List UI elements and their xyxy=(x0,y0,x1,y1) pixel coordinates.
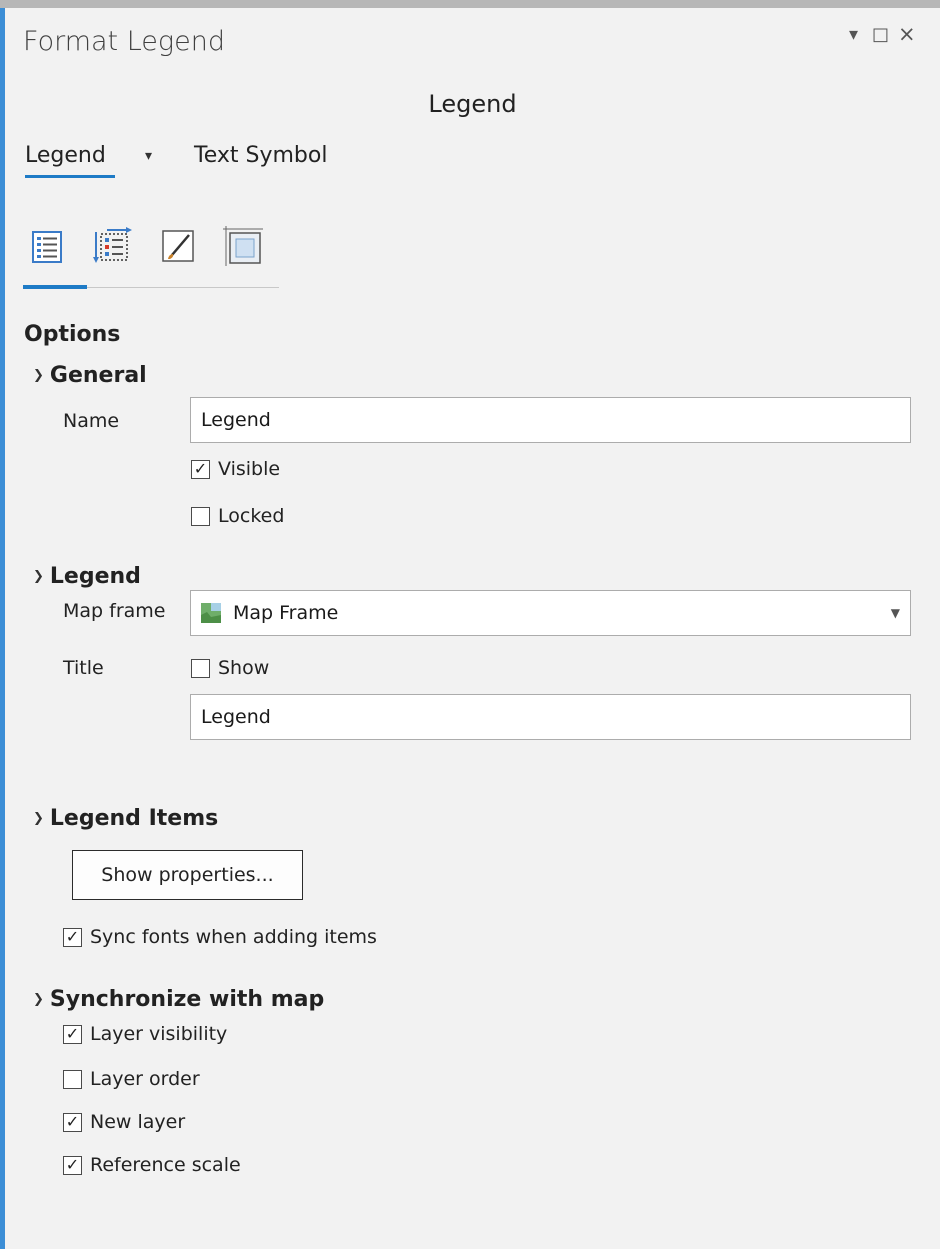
active-tab-indicator xyxy=(25,175,115,178)
chevron-down-icon: ❯ xyxy=(33,992,44,1007)
format-legend-pane: Format Legend ▾ □ × Legend Legend ▾ Text… xyxy=(5,8,940,1249)
checkbox-reference-scale[interactable]: ✓ xyxy=(63,1155,82,1175)
tab-dropdown-icon[interactable]: ▾ xyxy=(145,148,152,164)
map-frame-label: Map frame xyxy=(63,600,166,622)
show-properties-button[interactable]: Show properties... xyxy=(72,850,303,900)
checkbox-visible[interactable]: ✓ xyxy=(191,459,210,479)
tab-text-symbol[interactable]: Text Symbol xyxy=(194,143,327,168)
display-frame-icon[interactable] xyxy=(223,226,263,266)
map-frame-select[interactable]: Map Frame ▼ xyxy=(190,590,911,636)
general-section-header[interactable]: ❯ General xyxy=(33,363,147,388)
pane-title: Format Legend xyxy=(23,26,225,57)
legend-items-section-header[interactable]: ❯ Legend Items xyxy=(33,806,218,831)
close-icon[interactable]: × xyxy=(898,22,916,46)
legend-arrangement-icon[interactable] xyxy=(93,226,132,266)
options-title: Options xyxy=(24,322,121,347)
chevron-down-icon: ❯ xyxy=(33,569,44,584)
legend-options-icon[interactable] xyxy=(31,226,67,266)
layer-order-checkbox[interactable]: Layer order xyxy=(63,1068,200,1090)
pane-options-dropdown-icon[interactable]: ▾ xyxy=(849,24,858,45)
checkbox-sync-fonts[interactable]: ✓ xyxy=(63,927,82,947)
checkbox-locked[interactable] xyxy=(191,506,210,526)
sync-map-section-header[interactable]: ❯ Synchronize with map xyxy=(33,987,324,1012)
name-input[interactable]: Legend xyxy=(190,397,911,443)
chevron-down-icon: ❯ xyxy=(33,811,44,826)
visible-checkbox[interactable]: ✓ Visible xyxy=(191,458,280,480)
checkbox-layer-order[interactable] xyxy=(63,1069,82,1089)
dropdown-arrow-icon[interactable]: ▼ xyxy=(891,606,900,620)
element-heading: Legend xyxy=(428,90,517,118)
checkbox-show-title[interactable] xyxy=(191,658,210,678)
legend-section-header[interactable]: ❯ Legend xyxy=(33,564,141,589)
active-toolbar-indicator xyxy=(23,285,87,289)
maximize-icon[interactable]: □ xyxy=(872,24,889,45)
show-title-checkbox[interactable]: Show xyxy=(191,657,269,679)
tab-legend[interactable]: Legend xyxy=(25,143,106,168)
window-top-border xyxy=(0,0,940,8)
reference-scale-checkbox[interactable]: ✓ Reference scale xyxy=(63,1154,241,1176)
checkbox-layer-visibility[interactable]: ✓ xyxy=(63,1024,82,1044)
symbol-brush-icon[interactable] xyxy=(161,226,197,266)
name-label: Name xyxy=(63,410,120,432)
new-layer-checkbox[interactable]: ✓ New layer xyxy=(63,1111,185,1133)
title-text-input[interactable]: Legend xyxy=(190,694,911,740)
title-label: Title xyxy=(63,657,104,679)
checkbox-new-layer[interactable]: ✓ xyxy=(63,1112,82,1132)
sync-fonts-checkbox[interactable]: ✓ Sync fonts when adding items xyxy=(63,926,377,948)
map-frame-icon xyxy=(201,603,221,623)
locked-checkbox[interactable]: Locked xyxy=(191,505,284,527)
chevron-down-icon: ❯ xyxy=(33,368,44,383)
layer-visibility-checkbox[interactable]: ✓ Layer visibility xyxy=(63,1023,227,1045)
